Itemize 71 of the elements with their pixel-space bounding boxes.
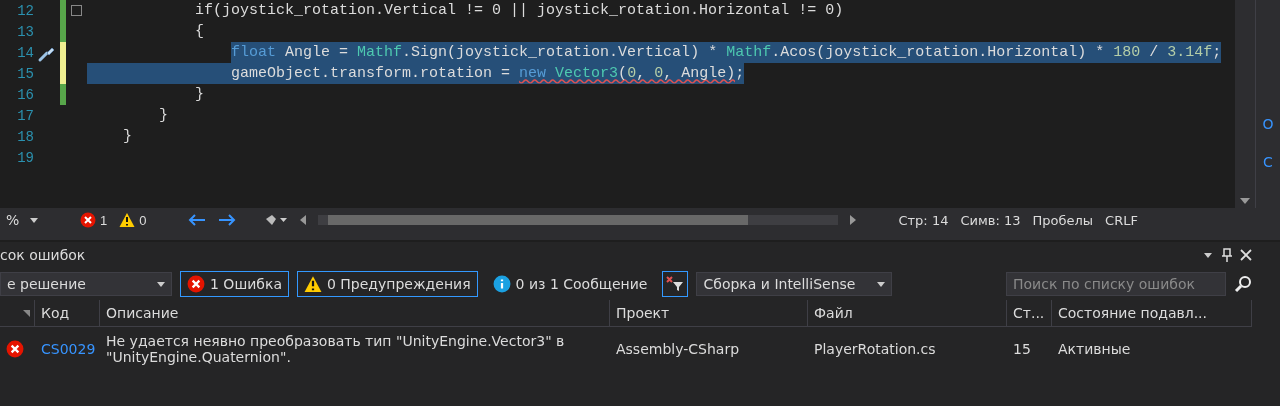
scroll-thumb[interactable]: [328, 215, 749, 225]
scroll-right-icon[interactable]: [850, 215, 857, 225]
error-icon: [6, 340, 24, 358]
filter-toggle[interactable]: 0 Предупреждения: [296, 271, 478, 297]
close-icon: [1240, 249, 1252, 261]
pin-icon: [1222, 248, 1232, 262]
line-indicator[interactable]: Стр: 14: [898, 212, 949, 228]
line-number: 17: [16, 107, 34, 124]
back-arrow-icon[interactable]: [188, 213, 207, 227]
description-text: Не удается неявно преобразовать тип "UnityEngine.Vector3" в "UnityEngine.Quaternion".: [106, 333, 566, 365]
caret-icon: [1204, 252, 1212, 258]
code-line: if(joystick_rotation.Vertical != 0 || joystick_rotation.Horizontal != 0): [194, 1, 844, 21]
code-line: float Angle = Mathf.Sign(joystick_rotation.Vertical) * Mathf.Acos(joystick_rotation.Horizontal) * 180 / 3.14f;: [230, 42, 1222, 63]
line-number: 16: [16, 86, 34, 103]
code-line: }: [122, 127, 133, 147]
code-line: }: [194, 85, 205, 105]
column-header[interactable]: Описание: [100, 300, 610, 327]
file-text: PlayerRotation.cs: [814, 341, 936, 357]
code-line: {: [194, 22, 205, 42]
caret-icon: [877, 281, 886, 287]
error-icon: [80, 212, 96, 228]
warning-icon: [303, 275, 322, 293]
line-number: 13: [16, 23, 34, 40]
forward-arrow-icon[interactable]: [218, 213, 237, 227]
warning-icon: [119, 212, 136, 228]
line-number: 14: [16, 44, 34, 61]
column-header[interactable]: [0, 300, 35, 327]
errors-indicator[interactable]: 1: [80, 212, 108, 228]
line-number: 18: [16, 128, 34, 145]
tab-label[interactable]: О: [1262, 116, 1274, 132]
code-line: }: [158, 106, 169, 126]
line-text: 15: [1013, 341, 1031, 357]
panel-title: сок ошибок: [0, 247, 87, 263]
horizontal-scrollbar[interactable]: [318, 215, 839, 225]
source-dropdown[interactable]: Сборка и IntelliSense: [696, 272, 893, 296]
fold-marker[interactable]: [71, 5, 82, 16]
scroll-left-icon[interactable]: [300, 215, 307, 225]
info-icon: [492, 275, 511, 293]
filter-toggle[interactable]: 0 из 1 Сообщение: [485, 271, 655, 297]
code-line: gameObject.transform.rotation = new Vector3(0, 0, Angle);: [87, 63, 745, 84]
line-number: 15: [16, 65, 34, 82]
panel-menu-button[interactable]: [1204, 252, 1212, 258]
column-header[interactable]: Ст...: [1007, 300, 1052, 327]
scroll-down-icon[interactable]: [1240, 198, 1250, 204]
line-number: 12: [16, 2, 34, 19]
caret-icon: [157, 281, 165, 287]
tab-label[interactable]: С: [1263, 154, 1273, 170]
column-header[interactable]: Код: [35, 300, 100, 327]
indent-indicator[interactable]: Пробелы: [1032, 212, 1094, 228]
filter-toggle[interactable]: 1 Ошибка: [180, 271, 289, 297]
filter-corner-icon: [23, 309, 30, 317]
column-indicator[interactable]: Симв: 13: [960, 212, 1021, 228]
close-button[interactable]: [1240, 249, 1252, 261]
filter-clear-icon: [666, 276, 685, 292]
column-header[interactable]: Файл: [808, 300, 1007, 327]
caret-icon: [30, 217, 38, 223]
column-header[interactable]: Состояние подавл...: [1052, 300, 1252, 327]
line-number: 19: [16, 149, 34, 166]
clear-filter-button[interactable]: [662, 271, 689, 297]
state-text: Активные: [1058, 341, 1131, 357]
error-code-link[interactable]: CS0029: [41, 341, 96, 357]
column-header[interactable]: Проект: [610, 300, 808, 327]
line-ending-indicator[interactable]: CRLF: [1105, 212, 1138, 228]
error-icon: [187, 275, 205, 293]
search-field[interactable]: Поиск по списку ошибок: [1006, 272, 1226, 296]
vertical-scrollbar[interactable]: [1235, 0, 1255, 208]
scope-dropdown[interactable]: е решение: [0, 272, 172, 296]
project-text: Assembly-CSharp: [616, 341, 740, 357]
pin-button[interactable]: [1222, 248, 1232, 262]
search-icon[interactable]: [1234, 275, 1252, 293]
warnings-indicator[interactable]: 0: [119, 212, 147, 228]
